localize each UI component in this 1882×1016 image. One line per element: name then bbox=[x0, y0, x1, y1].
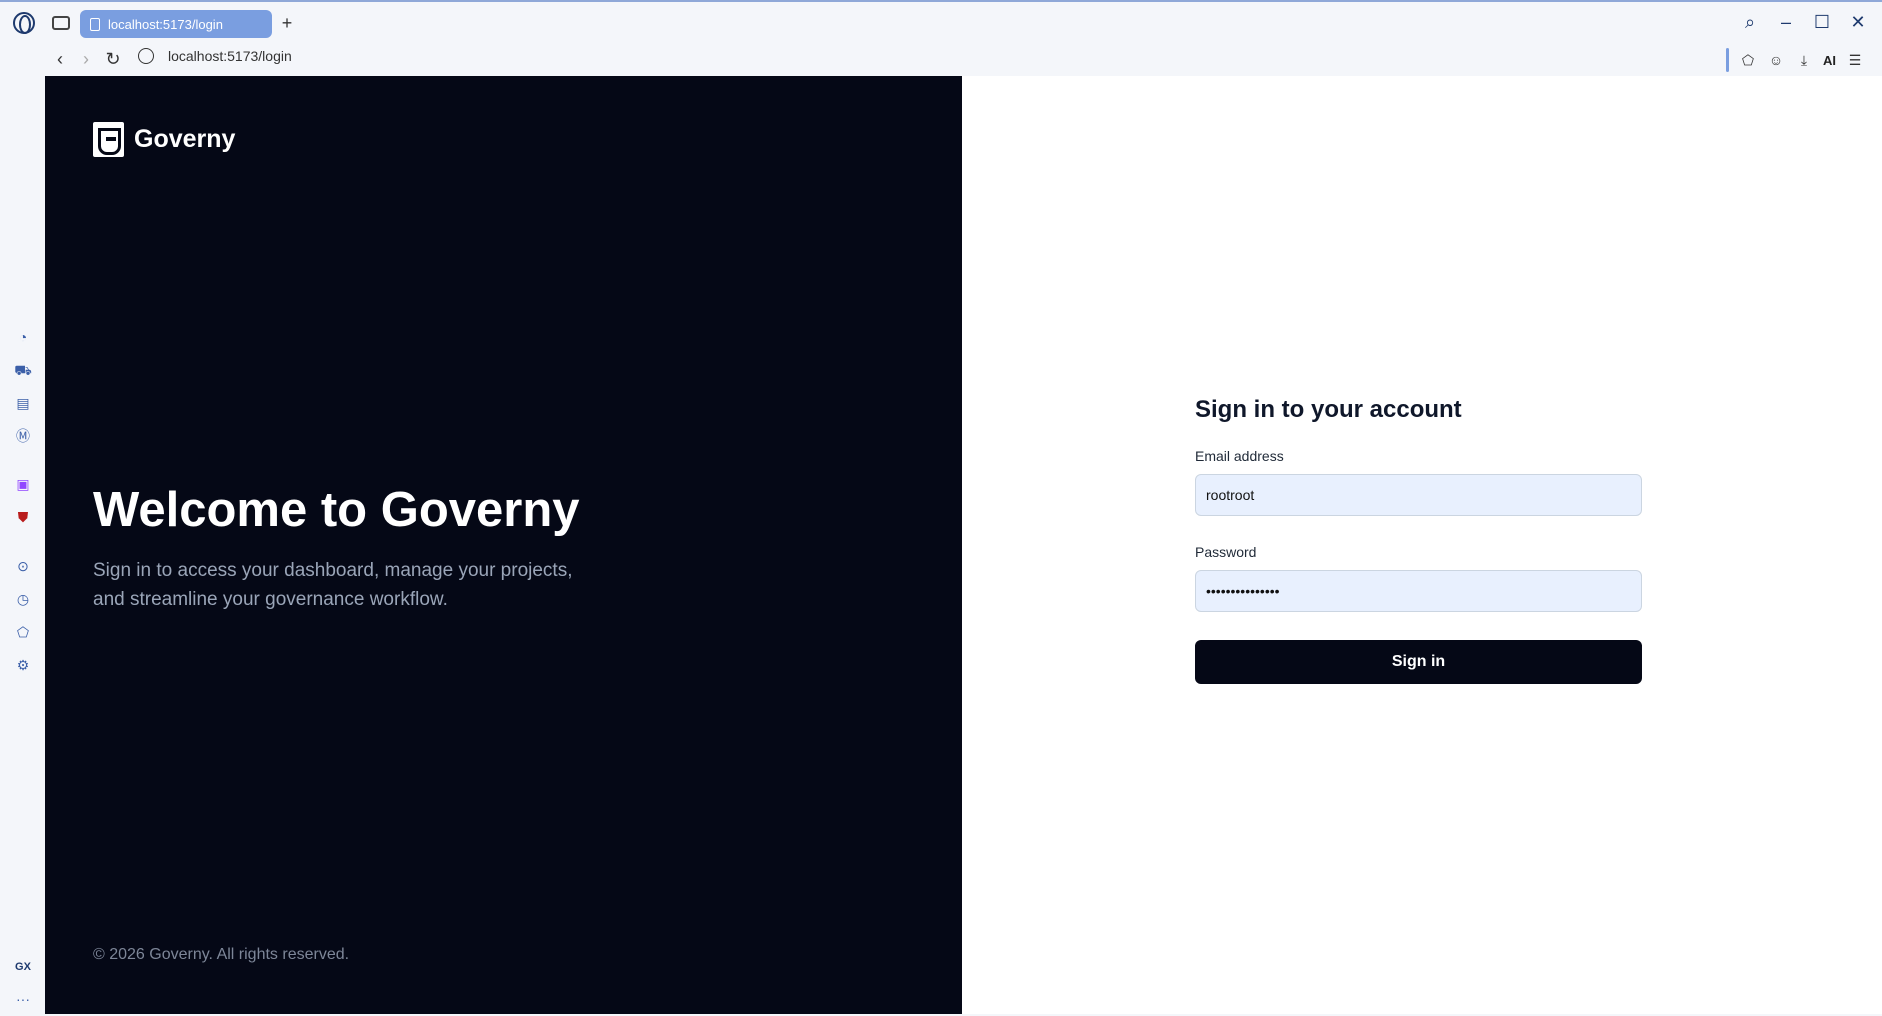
easy-setup-icon[interactable]: ☰ bbox=[1846, 51, 1864, 69]
brand-name: Governy bbox=[134, 125, 236, 153]
brand: Governy bbox=[93, 122, 235, 157]
welcome-title: Welcome to Governy bbox=[93, 483, 580, 537]
tab-login[interactable]: localhost:5173/login bbox=[80, 10, 272, 38]
url-field[interactable]: localhost:5173/login bbox=[168, 48, 292, 64]
maximize-icon[interactable]: ☐ bbox=[1812, 12, 1832, 32]
reload-icon[interactable]: ↻ bbox=[102, 48, 124, 70]
search-icon[interactable]: ⌕ bbox=[1740, 12, 1760, 32]
login-panel: Sign in to your account Email address Pa… bbox=[962, 76, 1882, 1014]
copyright: © 2026 Governy. All rights reserved. bbox=[93, 946, 350, 963]
tab-islands-icon[interactable] bbox=[52, 16, 70, 30]
page-icon bbox=[90, 17, 100, 31]
tab-bar: localhost:5173/login + ⌕ – ☐ ✕ bbox=[0, 2, 1882, 42]
governy-logo-icon bbox=[93, 122, 124, 157]
sign-in-button[interactable]: Sign in bbox=[1195, 640, 1642, 684]
hero-panel: Governy Welcome to Governy Sign in to ac… bbox=[45, 76, 962, 1014]
email-field[interactable] bbox=[1195, 474, 1642, 516]
window-controls: ⌕ – ☐ ✕ bbox=[1740, 12, 1868, 32]
forward-icon[interactable]: › bbox=[75, 48, 97, 70]
minimize-icon[interactable]: – bbox=[1776, 12, 1796, 32]
ublock-icon[interactable]: ⛊ bbox=[14, 508, 32, 526]
email-label: Email address bbox=[1195, 448, 1284, 464]
ai-button[interactable]: AI bbox=[1823, 53, 1836, 68]
history-icon[interactable]: ◷ bbox=[14, 590, 32, 608]
browser-window: localhost:5173/login + ⌕ – ☐ ✕ ‹ › ↻ loc… bbox=[0, 0, 1882, 1016]
back-icon[interactable]: ‹ bbox=[49, 48, 71, 70]
toolbar-divider bbox=[1726, 48, 1729, 72]
sidebar: ◔ ⛟ ▤ Ⓜ ▣ ⛊ ⊙ ◷ ⬠ ⚙ GX ··· bbox=[0, 76, 44, 1016]
shopping-icon[interactable]: ⛟ bbox=[14, 361, 32, 379]
toolbar-right: ⬠ ☺ ⤓ AI ☰ bbox=[1726, 48, 1864, 72]
messenger-icon[interactable]: Ⓜ bbox=[14, 427, 32, 445]
profile-icon[interactable]: ☺ bbox=[1767, 51, 1785, 69]
password-field[interactable] bbox=[1195, 570, 1642, 612]
welcome-subtitle: Sign in to access your dashboard, manage… bbox=[93, 560, 573, 610]
player-icon[interactable]: ⊙ bbox=[14, 557, 32, 575]
tab-title: localhost:5173/login bbox=[108, 16, 223, 32]
form-title: Sign in to your account bbox=[1195, 396, 1462, 423]
settings-icon[interactable]: ⚙ bbox=[14, 656, 32, 674]
extensions-icon[interactable]: ⬠ bbox=[1739, 51, 1757, 69]
download-icon[interactable]: ⤓ bbox=[1795, 51, 1813, 69]
extensions-icon[interactable]: ⬠ bbox=[14, 623, 32, 641]
twitch-icon[interactable]: ▣ bbox=[14, 475, 32, 493]
news-icon[interactable]: ▤ bbox=[14, 394, 32, 412]
globe-icon bbox=[138, 48, 154, 64]
page-content: Governy Welcome to Governy Sign in to ac… bbox=[45, 76, 1882, 1014]
password-label: Password bbox=[1195, 544, 1257, 560]
new-tab-button[interactable]: + bbox=[276, 12, 298, 34]
opera-logo-icon[interactable] bbox=[13, 12, 35, 34]
speed-dial-icon[interactable]: ◔ bbox=[14, 328, 32, 346]
gx-corner-icon[interactable]: GX bbox=[14, 958, 32, 976]
login-form: Sign in to your account Email address Pa… bbox=[1195, 396, 1642, 684]
close-icon[interactable]: ✕ bbox=[1848, 12, 1868, 32]
more-icon[interactable]: ··· bbox=[14, 990, 32, 1008]
